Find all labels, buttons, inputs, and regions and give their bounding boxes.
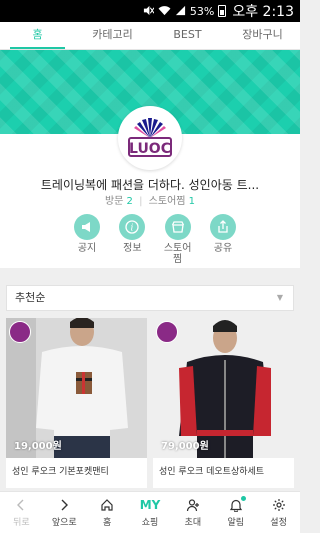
nav-invite-label: 초대 [184,518,202,528]
product-image: 19,000원 [6,318,147,458]
brand-badge-icon [9,321,31,343]
chevron-down-icon: ▼ [276,293,283,302]
nav-forward-label: 앞으로 [51,518,77,528]
nav-shopping-label: 쇼핑 [141,518,159,528]
nav-my-shopping[interactable]: MY 쇼핑 [129,492,172,533]
battery-icon [218,5,227,17]
product-image: 79,000원 [153,318,294,458]
product-price: 79,000원 [161,441,209,452]
favorites-count: 1 [188,196,196,207]
svg-text:i: i [131,224,134,234]
nav-settings-label: 설정 [270,518,287,528]
top-tabs: 홈 카테고리 BEST 장바구니 [0,22,300,50]
status-bar: 53% 오후 2:13 [0,0,300,22]
nav-home-label: 홈 [103,518,112,528]
store-favorite-label: 스토어찜 [163,243,192,265]
tab-home[interactable]: 홈 [0,22,75,49]
product-name: 성인 루오크 데오트상하세트 [159,467,265,477]
notice-label: 공지 [77,243,97,254]
product-card[interactable]: 19,000원 성인 루오크 기본포켓맨티 [6,318,147,488]
nav-notifications-label: 알림 [227,518,244,528]
notice-action[interactable]: 공지 [73,214,101,265]
info-icon: i [119,214,146,240]
brand-badge-icon [156,321,178,343]
store-favorite-action[interactable]: 스토어찜 [164,214,192,265]
share-action[interactable]: 공유 [209,214,237,265]
store-name: 트레이닝복에 패션을 더하다. 성인아동 트... [40,178,260,192]
share-label: 공유 [213,243,233,254]
nav-notifications[interactable]: 알림 [214,492,257,533]
share-icon [209,214,236,240]
nav-invite[interactable]: 초대 [171,492,214,533]
nav-settings[interactable]: 설정 [257,492,300,533]
favorites-label: 스토어찜 [148,196,186,207]
tab-cart[interactable]: 장바구니 [225,22,300,49]
product-price: 19,000원 [14,441,62,452]
logo-sunburst-icon [128,118,172,157]
sort-selected-value: 추천순 [15,291,46,304]
forward-icon [59,497,69,513]
product-grid: 19,000원 성인 루오크 기본포켓맨티 79,000원 성인 루오크 데오트… [6,318,294,488]
info-action[interactable]: i 정보 [118,214,146,265]
nav-home[interactable]: 홈 [86,492,129,533]
signal-icon [175,5,186,18]
notification-dot [240,496,246,501]
my-shopping-icon: MY [139,498,161,512]
nav-forward[interactable]: 앞으로 [43,492,86,533]
product-name: 성인 루오크 기본포켓맨티 [12,467,109,477]
mute-icon [143,5,155,18]
back-icon [16,497,26,513]
info-label: 정보 [123,243,142,254]
visits-count: 2 [126,196,133,207]
product-card[interactable]: 79,000원 성인 루오크 데오트상하세트 [153,318,294,488]
sort-select[interactable]: 추천순 ▼ [6,285,294,311]
tab-category[interactable]: 카테고리 [75,22,150,49]
store-logo[interactable]: LUOC [118,106,182,170]
home-icon [100,497,114,513]
store-favorite-icon [164,214,191,240]
nav-back[interactable]: 뒤로 [0,492,43,533]
invite-icon [186,497,200,513]
store-actions: 공지 i 정보 스토어찜 공유 [73,214,237,265]
tab-best[interactable]: BEST [150,22,225,49]
visits-label: 방문 [104,196,124,207]
clock: 오후 2:13 [232,4,294,20]
page: 53% 오후 2:13 홈 카테고리 BEST 장바구니 LUOC 트레이닝복에… [0,0,300,533]
megaphone-icon [74,214,100,240]
logo-text: LUOC [129,141,171,157]
nav-back-label: 뒤로 [13,518,30,528]
wifi-icon [158,5,171,18]
bottom-navigation: 뒤로 앞으로 홈 MY 쇼핑 초대 알림 설정 [0,491,300,533]
gear-icon [272,497,286,513]
store-stats: 방문 2 | 스토어찜 1 [0,192,300,207]
battery-percent: 53% [189,4,215,18]
bell-icon [229,496,246,513]
stats-divider: | [139,196,143,207]
